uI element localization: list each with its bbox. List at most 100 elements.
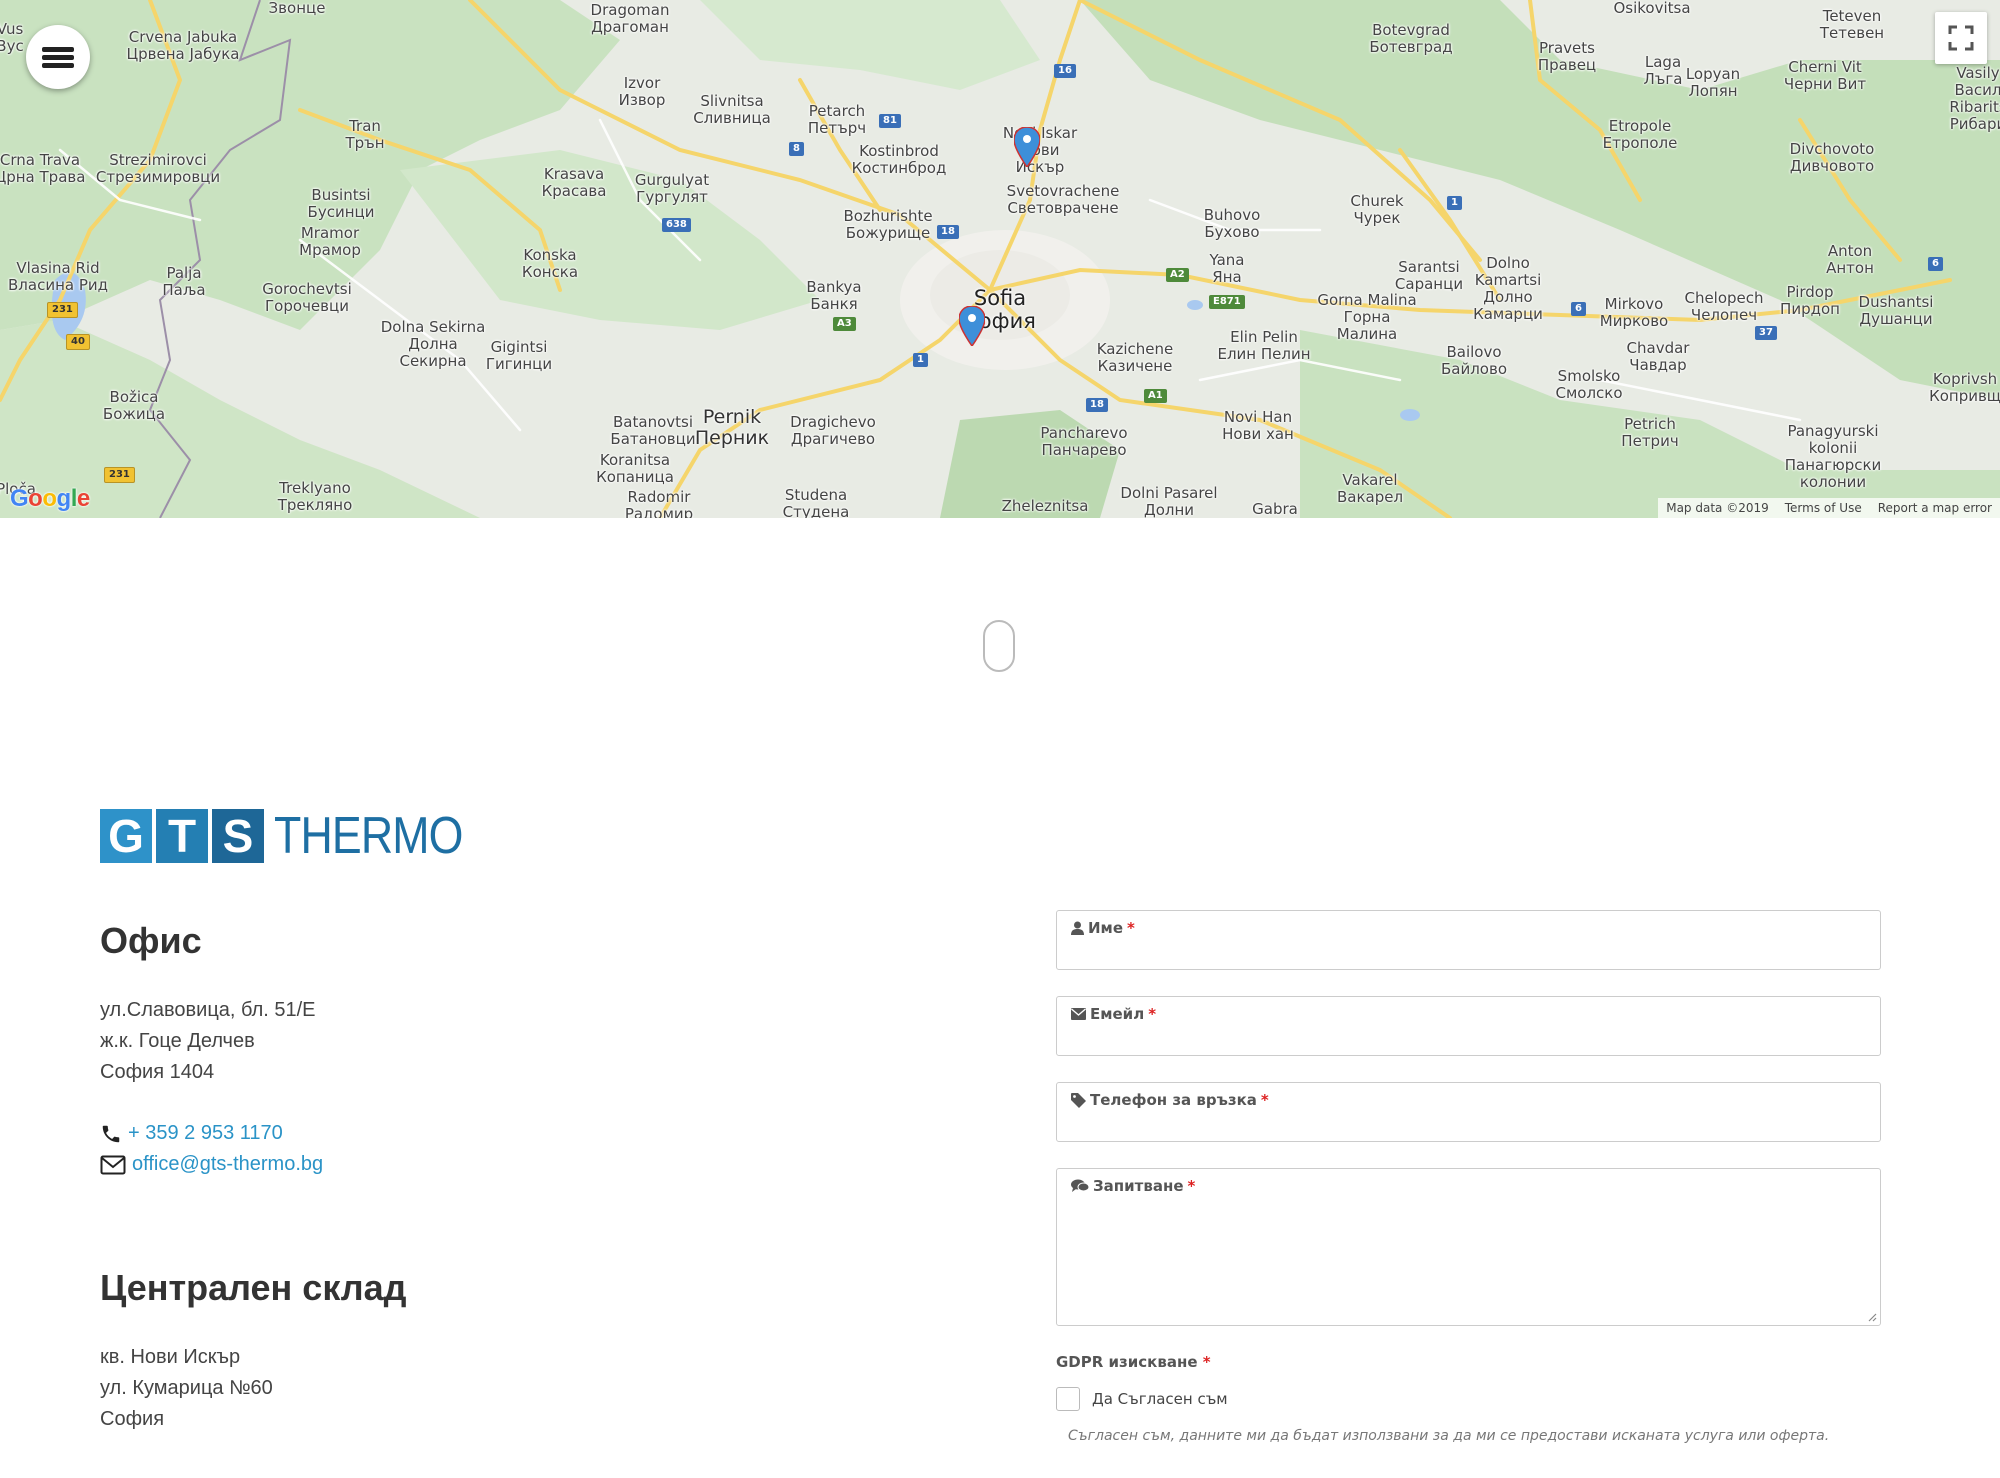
envelope-icon bbox=[1071, 1008, 1086, 1020]
map-place-label: Gabra bbox=[1252, 500, 1298, 518]
map-place-label: Vus Вус bbox=[0, 20, 24, 55]
warehouse-address-line: ул. Кумарица №60 bbox=[100, 1377, 273, 1399]
email-input[interactable] bbox=[1071, 1031, 1866, 1051]
road-number-shield: 81 bbox=[879, 114, 901, 128]
gdpr-checkbox-label[interactable]: Да Съгласен съм bbox=[1092, 1390, 1228, 1408]
map-place-label: Yana Яна bbox=[1209, 251, 1245, 286]
phone-field-label: Телефон за връзка * bbox=[1071, 1091, 1269, 1109]
map-place-label: Mramor Мрамор bbox=[299, 224, 361, 259]
inquiry-label-text: Запитване bbox=[1093, 1177, 1184, 1195]
map-place-label: Bailovo Байлово bbox=[1440, 343, 1508, 378]
name-field-label: Име * bbox=[1071, 919, 1135, 937]
map-place-label: Crvena Jabuka Црвена Јабука bbox=[126, 28, 240, 63]
warehouse-address: кв. Нови Искър ул. Кумарица №60 София bbox=[100, 1342, 273, 1435]
map-place-label: Dragoman Драгоман bbox=[590, 1, 670, 36]
office-email-row: office@gts-thermo.bg bbox=[100, 1153, 323, 1176]
map-place-label: Laga Лъга bbox=[1643, 53, 1683, 88]
name-input[interactable] bbox=[1071, 945, 1866, 965]
terms-of-use-link[interactable]: Terms of Use bbox=[1785, 501, 1862, 515]
office-phone-row: + 359 2 953 1170 bbox=[100, 1122, 283, 1145]
road-number-shield: 1 bbox=[913, 353, 928, 367]
hamburger-icon bbox=[42, 44, 74, 71]
map-place-label: Vlasina Rid Власина Рид bbox=[8, 259, 108, 294]
road-number-shield: 16 bbox=[1054, 64, 1076, 78]
gdpr-consent-row[interactable]: Да Съгласен съм bbox=[1056, 1387, 1228, 1411]
fullscreen-button[interactable] bbox=[1935, 12, 1987, 64]
map-place-label: Sarantsi Саранци bbox=[1394, 258, 1464, 293]
office-address-line: ул.Славовица, бл. 51/E bbox=[100, 999, 316, 1021]
email-label-text: Емейл bbox=[1090, 1005, 1145, 1023]
google-logo[interactable]: Google bbox=[10, 485, 90, 513]
map-place-label: Divchovoto Дивчовото bbox=[1789, 140, 1875, 175]
map-place-label: Izvor Извор bbox=[618, 74, 666, 109]
map-place-label: Svetovrachene Световрачене bbox=[1006, 182, 1120, 217]
map-marker-icon[interactable] bbox=[959, 306, 985, 346]
road-number-shield: 37 bbox=[1755, 326, 1777, 340]
map-place-label: Crna Trava Црна Трава bbox=[0, 151, 86, 186]
map-place-label: Slivnitsa Сливница bbox=[693, 92, 771, 127]
map-place-label: Kazichene Казичене bbox=[1096, 340, 1174, 375]
gdpr-checkbox[interactable] bbox=[1056, 1387, 1080, 1411]
map-place-label: Pravets Правец bbox=[1537, 39, 1597, 74]
road-number-shield: 6 bbox=[1928, 257, 1943, 271]
map-place-label: Buhovo Бухово bbox=[1203, 206, 1261, 241]
road-number-shield: 18 bbox=[1086, 398, 1108, 412]
office-title: Офис bbox=[100, 920, 202, 961]
gts-thermo-logo[interactable]: G T S THERMO bbox=[100, 806, 493, 866]
map-place-label: Anton Антон bbox=[1826, 242, 1874, 277]
road-number-shield: 638 bbox=[662, 218, 691, 232]
logo-word: THERMO bbox=[274, 807, 463, 865]
office-phone-link[interactable]: + 359 2 953 1170 bbox=[128, 1122, 283, 1145]
inquiry-textarea[interactable] bbox=[1071, 1203, 1866, 1321]
map-place-label: Konska Конска bbox=[521, 246, 579, 281]
map-place-label: Novi Han Нови хан bbox=[1222, 408, 1294, 443]
map-place-label: Chavdar Чавдар bbox=[1626, 339, 1690, 374]
envelope-icon bbox=[100, 1155, 126, 1174]
phone-field[interactable]: Телефон за връзка * bbox=[1056, 1082, 1881, 1142]
map-place-label: Pernik Перник bbox=[694, 406, 770, 449]
map-place-label: Petarch Петърч bbox=[807, 102, 867, 137]
map-place-label: Dolni Pasarel Долни bbox=[1120, 484, 1218, 519]
inquiry-field-label: Запитване * bbox=[1071, 1177, 1195, 1195]
report-map-error-link[interactable]: Report a map error bbox=[1878, 501, 1992, 515]
phone-input[interactable] bbox=[1071, 1117, 1866, 1137]
warehouse-title: Централен склад bbox=[100, 1267, 407, 1308]
resize-handle-icon[interactable] bbox=[1867, 1312, 1877, 1322]
map-place-label: Gigintsi Гигинци bbox=[485, 338, 553, 373]
scroll-indicator-icon bbox=[983, 620, 1015, 672]
office-email-link[interactable]: office@gts-thermo.bg bbox=[132, 1153, 323, 1176]
map-attribution: Map data ©2019 Terms of Use Report a map… bbox=[1658, 498, 2000, 518]
gdpr-title-text: GDPR изискване bbox=[1056, 1353, 1198, 1371]
road-number-shield: E871 bbox=[1209, 295, 1245, 309]
office-address-line: ж.к. Гоце Делчев bbox=[100, 1030, 255, 1052]
email-field[interactable]: Емейл * bbox=[1056, 996, 1881, 1056]
road-number-shield: 6 bbox=[1571, 302, 1586, 316]
map-place-label: Dushantsi Душанци bbox=[1858, 293, 1934, 328]
road-number-shield: 18 bbox=[937, 225, 959, 239]
menu-button[interactable] bbox=[26, 25, 90, 89]
map-place-label: Koprivsh Копривщ bbox=[1929, 370, 2000, 405]
road-number-shield: A3 bbox=[833, 317, 856, 331]
phone-icon bbox=[102, 1125, 120, 1142]
map-place-label: Bankya Банкя bbox=[806, 278, 862, 313]
map-place-label: Botevgrad Ботевград bbox=[1369, 21, 1453, 56]
inquiry-field[interactable]: Запитване * bbox=[1056, 1168, 1881, 1326]
map-place-label: Звонце bbox=[268, 0, 326, 17]
map-place-label: Pirdop Пирдоп bbox=[1780, 283, 1840, 318]
map-marker-icon[interactable] bbox=[1014, 127, 1040, 167]
map[interactable]: Звонце Dragoman Драгоман Crvena Jabuka Црвен… bbox=[0, 0, 2000, 518]
road-number-shield: 8 bbox=[789, 142, 804, 156]
map-place-label: Studena Студена bbox=[782, 486, 850, 519]
map-place-label: Dolno Kamartsi Долно Камарци bbox=[1473, 254, 1543, 323]
map-place-label: Vakarel Вакарел bbox=[1336, 471, 1404, 506]
name-field[interactable]: Име * bbox=[1056, 910, 1881, 970]
map-place-label: Cherni Vit Черни Вит bbox=[1783, 58, 1867, 93]
required-mark: * bbox=[1260, 1091, 1269, 1109]
map-place-label: Mirkovo Мирково bbox=[1599, 295, 1669, 330]
road-number-shield: 40 bbox=[66, 334, 90, 350]
map-place-label: Lopyan Лопян bbox=[1685, 65, 1741, 100]
map-place-label: Pancharevo Панчарево bbox=[1040, 424, 1128, 459]
required-mark: * bbox=[1127, 919, 1135, 937]
map-place-label: Božica Божица bbox=[102, 388, 166, 423]
comments-icon bbox=[1071, 1179, 1089, 1192]
